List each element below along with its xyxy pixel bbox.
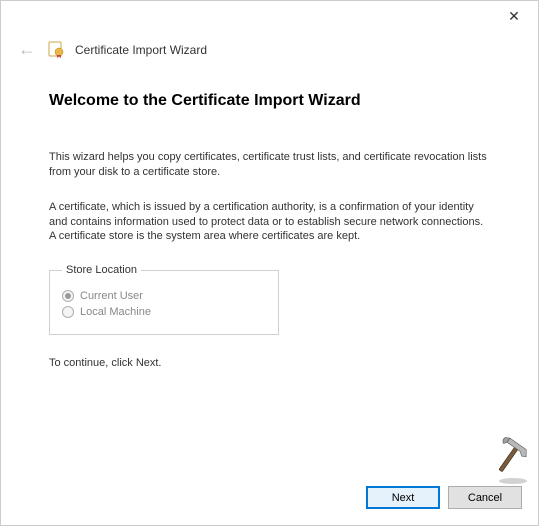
page-heading: Welcome to the Certificate Import Wizard (49, 92, 490, 110)
next-button[interactable]: Next (366, 486, 440, 509)
continue-hint: To continue, click Next. (49, 357, 490, 369)
certificate-icon (47, 41, 65, 59)
close-button[interactable]: ✕ (504, 8, 524, 25)
intro-paragraph: This wizard helps you copy certificates,… (49, 150, 490, 180)
radio-icon (62, 290, 74, 302)
header-row: ← Certificate Import Wizard (1, 31, 538, 72)
explanation-paragraph: A certificate, which is issued by a cert… (49, 200, 490, 245)
footer: Next Cancel (1, 474, 538, 525)
radio-label: Local Machine (80, 306, 151, 318)
store-location-legend: Store Location (62, 264, 141, 276)
back-arrow-icon: ← (17, 39, 37, 60)
radio-icon (62, 306, 74, 318)
titlebar: ✕ (1, 1, 538, 31)
radio-label: Current User (80, 290, 143, 302)
wizard-window: ✕ ← Certificate Import Wizard Welcome to… (0, 0, 539, 526)
radio-local-machine: Local Machine (62, 306, 266, 318)
wizard-title: Certificate Import Wizard (75, 43, 207, 57)
radio-current-user: Current User (62, 290, 266, 302)
content-area: Welcome to the Certificate Import Wizard… (1, 72, 538, 474)
store-location-group: Store Location Current User Local Machin… (49, 264, 279, 335)
cancel-button[interactable]: Cancel (448, 486, 522, 509)
